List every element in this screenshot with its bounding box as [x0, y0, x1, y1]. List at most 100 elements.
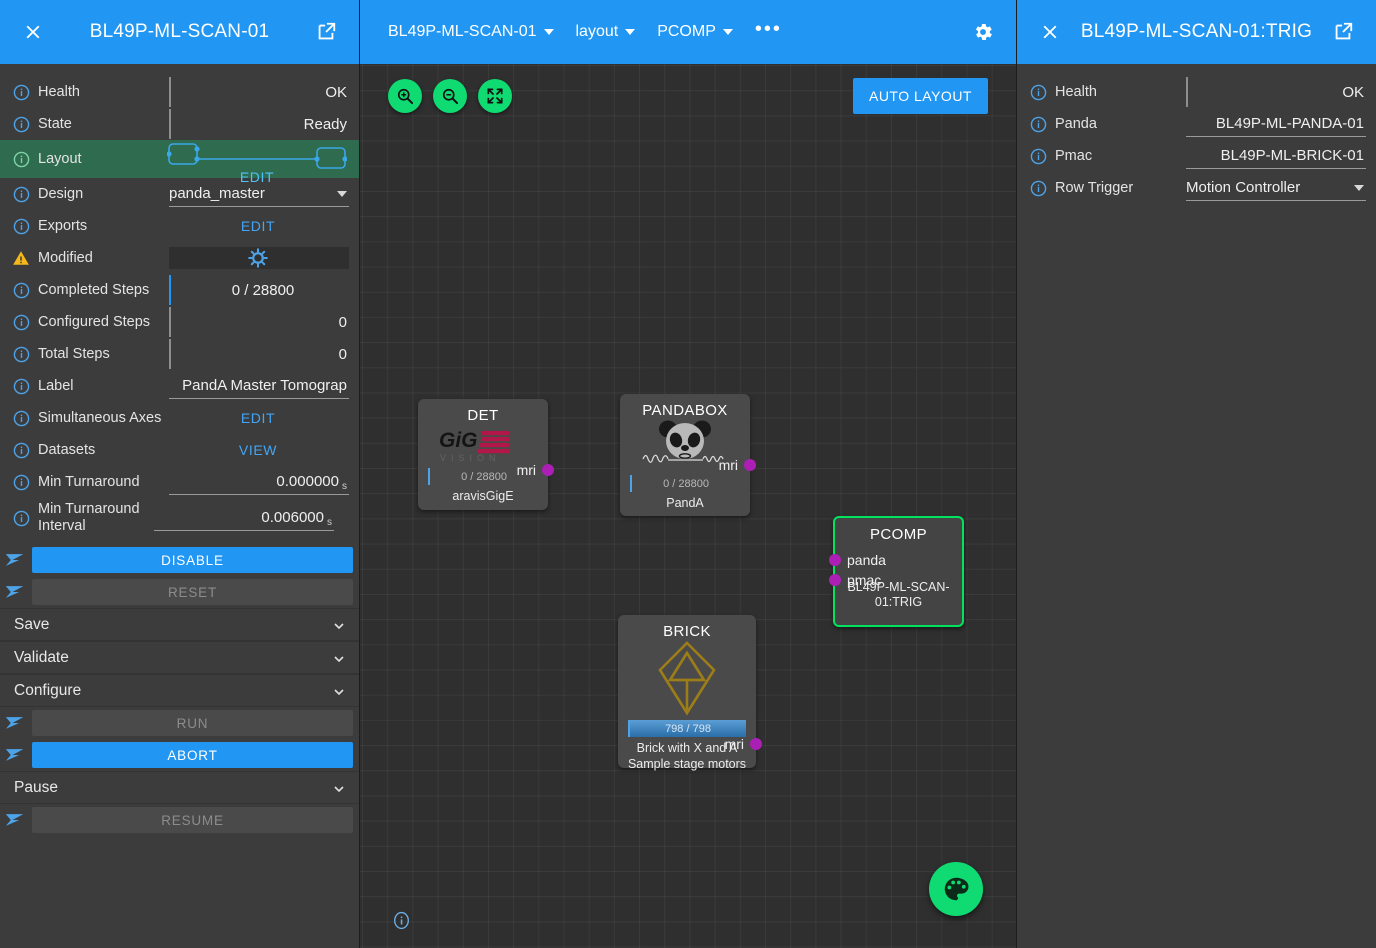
row-trigger-select[interactable]: Motion Controller	[1186, 175, 1366, 201]
abort-button[interactable]: ABORT	[32, 742, 353, 768]
property-row-layout[interactable]: Layout EDIT	[0, 140, 359, 178]
info-icon[interactable]	[8, 346, 34, 363]
svg-text:VISION: VISION	[440, 453, 501, 463]
node-port-pcomp-panda[interactable]: panda	[829, 552, 886, 568]
close-icon[interactable]	[18, 17, 48, 47]
breadcrumb-item-layout[interactable]: layout	[576, 23, 636, 41]
node-port-pcomp-pmac[interactable]: pmac	[829, 572, 881, 588]
port-dot-icon[interactable]	[750, 738, 762, 750]
graph-node-pcomp[interactable]: PCOMP panda pmac BL49P-ML-SCAN-01:TRIG	[833, 516, 964, 627]
right-property-list: Health OK Panda BL49P-ML-PANDA-01 Pmac B…	[1017, 64, 1376, 204]
port-dot-icon[interactable]	[829, 574, 841, 586]
breadcrumb-item-scan[interactable]: BL49P-ML-SCAN-01	[388, 23, 554, 41]
property-value-health: OK	[169, 77, 349, 107]
info-icon[interactable]	[8, 378, 34, 395]
accordion-pause[interactable]: Pause	[0, 771, 359, 804]
breadcrumb: BL49P-ML-SCAN-01 layout PCOMP •••	[388, 0, 782, 64]
resume-button[interactable]: RESUME	[32, 807, 353, 833]
zoom-out-icon[interactable]	[433, 79, 467, 113]
accordion-save[interactable]: Save	[0, 608, 359, 641]
info-icon[interactable]	[8, 474, 34, 491]
breadcrumb-label-layout: layout	[576, 23, 619, 41]
open-in-new-icon[interactable]	[1328, 17, 1358, 47]
info-icon[interactable]	[1025, 180, 1051, 197]
open-in-new-icon[interactable]	[311, 17, 341, 47]
property-label: Simultaneous Axes	[34, 410, 169, 427]
center-graph-panel: BL49P-ML-SCAN-01 layout PCOMP •••	[360, 0, 1016, 948]
progress-bar: 0 / 28800	[630, 475, 740, 492]
port-dot-icon[interactable]	[542, 464, 554, 476]
port-dot-icon[interactable]	[829, 554, 841, 566]
progress-bar: 798 / 798	[628, 720, 746, 737]
modified-gear-button[interactable]	[169, 247, 349, 269]
fit-to-screen-icon[interactable]	[478, 79, 512, 113]
info-icon[interactable]	[8, 510, 34, 527]
left-panel-titlebar: BL49P-ML-SCAN-01	[0, 0, 359, 64]
pmac-input[interactable]: BL49P-ML-BRICK-01	[1186, 143, 1366, 169]
info-icon[interactable]	[8, 314, 34, 331]
exports-edit-link[interactable]: EDIT	[169, 218, 349, 234]
overflow-menu-icon[interactable]: •••	[755, 19, 782, 45]
property-value-completed-steps: 0 / 28800	[169, 275, 349, 305]
port-label: pmac	[847, 572, 881, 588]
min-turnaround-input[interactable]: 0.000000 s	[169, 469, 349, 495]
info-icon[interactable]	[1025, 84, 1051, 101]
label-input[interactable]: PandA Master Tomograp	[169, 373, 349, 399]
palette-icon[interactable]	[929, 862, 983, 916]
property-label: Panda	[1051, 116, 1186, 133]
auto-layout-button[interactable]: AUTO LAYOUT	[853, 78, 988, 114]
disable-button[interactable]: DISABLE	[32, 547, 353, 573]
reset-button[interactable]: RESET	[32, 579, 353, 605]
center-panel-titlebar: BL49P-ML-SCAN-01 layout PCOMP •••	[360, 0, 1016, 64]
breadcrumb-item-pcomp[interactable]: PCOMP	[657, 23, 733, 41]
property-row-completed-steps: Completed Steps 0 / 28800	[0, 274, 359, 306]
info-icon[interactable]	[8, 282, 34, 299]
design-select[interactable]: panda_master	[169, 181, 349, 207]
info-icon[interactable]	[8, 442, 34, 459]
info-icon[interactable]	[8, 151, 34, 168]
property-row-total-steps: Total Steps 0	[0, 338, 359, 370]
action-row-disable: DISABLE	[0, 544, 359, 576]
graph-node-pandabox[interactable]: PANDABOX	[620, 394, 750, 516]
info-icon[interactable]	[8, 218, 34, 235]
node-title-pandabox: PANDABOX	[642, 402, 727, 419]
chevron-down-icon	[331, 781, 345, 795]
property-value-configured-steps: 0	[169, 307, 349, 337]
info-icon[interactable]	[1025, 148, 1051, 165]
node-port-pandabox-mri[interactable]: mri	[719, 457, 756, 473]
action-row-reset: RESET	[0, 576, 359, 608]
property-row-health: Health OK	[0, 76, 359, 108]
accordion-configure[interactable]: Configure	[0, 674, 359, 707]
info-icon[interactable]	[8, 84, 34, 101]
simultaneous-axes-edit-link[interactable]: EDIT	[169, 410, 349, 426]
port-dot-icon[interactable]	[744, 459, 756, 471]
close-icon[interactable]	[1035, 17, 1065, 47]
zoom-toolbar	[388, 79, 512, 113]
property-row-simultaneous-axes: Simultaneous Axes EDIT	[0, 402, 359, 434]
graph-node-det[interactable]: DET GiG VISION 0 / 28800	[418, 399, 548, 510]
property-label: Health	[34, 84, 169, 101]
info-icon[interactable]	[8, 186, 34, 203]
min-turnaround-interval-input[interactable]: 0.006000 s	[154, 505, 334, 531]
info-icon[interactable]	[1025, 116, 1051, 133]
progress-label-brick: 798 / 798	[630, 723, 746, 735]
run-button[interactable]: RUN	[32, 710, 353, 736]
info-icon[interactable]	[8, 116, 34, 133]
gear-icon[interactable]	[968, 17, 998, 47]
property-label: Row Trigger	[1051, 180, 1186, 197]
accordion-validate[interactable]: Validate	[0, 641, 359, 674]
canvas-info-icon[interactable]	[392, 911, 411, 935]
node-port-brick-mri[interactable]: mri	[725, 736, 762, 752]
graph-canvas[interactable]: AUTO LAYOUT DET	[360, 64, 1016, 948]
panda-input[interactable]: BL49P-ML-PANDA-01	[1186, 111, 1366, 137]
warning-icon[interactable]	[8, 249, 34, 267]
graph-node-brick[interactable]: BRICK 798 / 798 Brick with X and A	[618, 615, 756, 768]
property-label: Label	[34, 378, 169, 395]
action-row-run: RUN	[0, 707, 359, 739]
datasets-view-link[interactable]: VIEW	[169, 442, 349, 458]
zoom-in-icon[interactable]	[388, 79, 422, 113]
layout-edit-control[interactable]: EDIT	[167, 140, 349, 178]
node-subtitle-det: aravisGigE	[444, 485, 521, 513]
info-icon[interactable]	[8, 410, 34, 427]
left-property-list: Health OK State Ready Layout	[0, 64, 359, 538]
